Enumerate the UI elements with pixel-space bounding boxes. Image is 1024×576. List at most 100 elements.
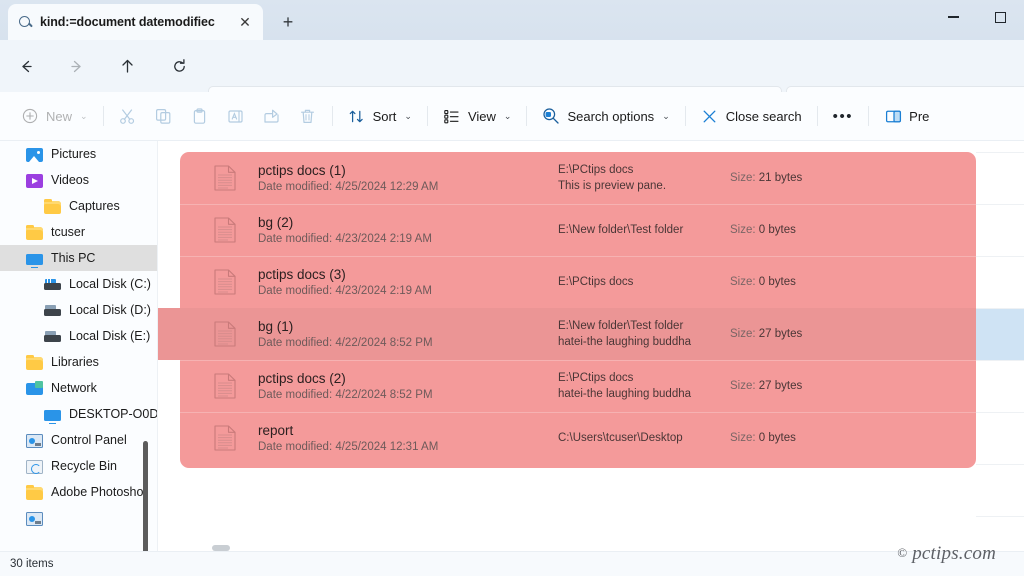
sidebar-item-recycle-bin[interactable]: Recycle Bin xyxy=(0,453,158,479)
file-path: E:\New folder\Test folder xyxy=(558,222,706,238)
file-size-label: Size: xyxy=(730,380,756,392)
table-row[interactable]: bg (2)Date modified: 4/23/2024 2:19 AME:… xyxy=(180,204,976,256)
more-options-button[interactable]: ••• xyxy=(824,100,863,132)
sort-button[interactable]: Sort ⌄ xyxy=(339,100,421,132)
chevron-down-icon: ⌄ xyxy=(80,111,88,122)
sidebar-item-label: Network xyxy=(51,381,97,395)
file-size-value: 0 bytes xyxy=(759,276,796,288)
file-size-value: 21 bytes xyxy=(759,172,802,184)
file-size-cell: Size: 0 bytes xyxy=(730,224,796,236)
status-bar: 30 items xyxy=(0,551,1024,576)
file-name: pctips docs (2) xyxy=(258,370,558,387)
copyright-symbol: © xyxy=(897,545,907,560)
view-icon xyxy=(443,107,461,125)
paste-button xyxy=(182,100,218,132)
new-button-label: New xyxy=(46,109,72,124)
table-row[interactable]: pctips docs (1)Date modified: 4/25/2024 … xyxy=(180,152,976,204)
share-icon xyxy=(263,107,281,125)
sidebar-item-desktop-o0d[interactable]: DESKTOP-O0D xyxy=(0,401,158,427)
file-explorer-window: kind:=document datemodifiec ✕ + xyxy=(0,0,1024,576)
sidebar-item-blank[interactable] xyxy=(0,505,158,531)
chevron-down-icon: ⌄ xyxy=(504,111,512,122)
rename-button xyxy=(218,100,254,132)
view-button[interactable]: View ⌄ xyxy=(434,100,521,132)
sidebar-item-network[interactable]: Network xyxy=(0,375,158,401)
forward-button xyxy=(60,50,92,82)
minimize-icon xyxy=(948,16,959,18)
close-tab-icon[interactable]: ✕ xyxy=(233,10,257,34)
sidebar-item-label: DESKTOP-O0D xyxy=(69,407,158,421)
table-row[interactable]: pctips docs (2)Date modified: 4/22/2024 … xyxy=(180,360,976,412)
copy-icon xyxy=(155,107,173,125)
browser-tab[interactable]: kind:=document datemodifiec ✕ xyxy=(8,4,263,40)
preview-pane-button[interactable]: Pre xyxy=(875,100,938,132)
sidebar-item-adobe-photosho[interactable]: Adobe Photosho xyxy=(0,479,158,505)
watermark-text: pctips.com xyxy=(912,543,996,564)
file-list[interactable]: pctips docs (1)Date modified: 4/25/2024 … xyxy=(158,141,1024,551)
file-size-cell: Size: 27 bytes xyxy=(730,380,802,392)
back-button[interactable] xyxy=(10,50,42,82)
sidebar-item-libraries[interactable]: Libraries xyxy=(0,349,158,375)
file-size-value: 27 bytes xyxy=(759,380,802,392)
folder-icon xyxy=(26,357,43,370)
window-controls xyxy=(930,0,1024,40)
network-icon xyxy=(26,383,43,395)
sidebar-item-label: Recycle Bin xyxy=(51,459,117,473)
videos-icon xyxy=(26,174,43,188)
sidebar-item-label: tcuser xyxy=(51,225,85,239)
table-row[interactable]: pctips docs (3)Date modified: 4/23/2024 … xyxy=(180,256,976,308)
toolbar-divider xyxy=(817,106,818,126)
sidebar-item-local-disk-d[interactable]: Local Disk (D:) xyxy=(0,297,158,323)
folder-icon xyxy=(44,201,61,214)
refresh-button[interactable] xyxy=(163,50,195,82)
file-name-cell: pctips docs (1)Date modified: 4/25/2024 … xyxy=(258,162,558,195)
maximize-button[interactable] xyxy=(977,0,1024,34)
sidebar-item-local-disk-e[interactable]: Local Disk (E:) xyxy=(0,323,158,349)
rename-icon xyxy=(227,107,245,125)
table-row[interactable]: reportDate modified: 4/25/2024 12:31 AMC… xyxy=(180,412,976,464)
sidebar-item-tcuser[interactable]: tcuser xyxy=(0,219,158,245)
scissors-icon xyxy=(119,107,137,125)
file-date-modified: Date modified: 4/23/2024 2:19 AM xyxy=(258,283,558,299)
item-count: 30 items xyxy=(10,558,53,570)
search-options-button[interactable]: Search options ⌄ xyxy=(533,100,678,132)
file-path-cell: E:\New folder\Test folder xyxy=(558,222,706,238)
search-icon xyxy=(18,15,33,30)
grid-line xyxy=(976,152,1024,153)
delete-button xyxy=(290,100,326,132)
document-icon xyxy=(214,269,236,295)
sidebar-item-this-pc[interactable]: This PC xyxy=(0,245,158,271)
sidebar-item-captures[interactable]: Captures xyxy=(0,193,158,219)
chevron-down-icon: ⌄ xyxy=(404,111,412,122)
new-tab-button[interactable]: + xyxy=(275,10,301,34)
ellipsis-icon: ••• xyxy=(833,108,854,125)
document-icon xyxy=(214,373,236,399)
file-path-cell: C:\Users\tcuser\Desktop xyxy=(558,430,706,446)
close-search-button[interactable]: Close search xyxy=(692,100,811,132)
sidebar-item-control-panel[interactable]: Control Panel xyxy=(0,427,158,453)
sidebar-item-videos[interactable]: Videos xyxy=(0,167,158,193)
disk-c-icon xyxy=(44,283,61,290)
file-content-snippet: hatei-the laughing buddha xyxy=(558,334,706,350)
preview-pane-icon xyxy=(884,107,902,125)
address-bar-row: › Search Results in This PC kind:=docume… xyxy=(0,40,1024,92)
sidebar-item-label: Videos xyxy=(51,173,89,187)
file-path-cell: E:\PCtips docs xyxy=(558,274,706,290)
table-row[interactable]: bg (1)Date modified: 4/22/2024 8:52 PME:… xyxy=(158,308,1024,360)
folder-icon xyxy=(26,487,43,500)
up-button[interactable] xyxy=(111,50,143,82)
sidebar-item-local-disk-c[interactable]: Local Disk (C:) xyxy=(0,271,158,297)
file-date-modified: Date modified: 4/22/2024 8:52 PM xyxy=(258,335,558,351)
sidebar-item-label: Pictures xyxy=(51,147,96,161)
minimize-button[interactable] xyxy=(930,0,977,34)
grid-line xyxy=(976,308,1024,309)
file-name: bg (1) xyxy=(258,318,558,335)
sidebar-scrollbar[interactable] xyxy=(143,441,148,551)
sidebar-item-label: Local Disk (E:) xyxy=(69,329,150,343)
toolbar-divider xyxy=(526,106,527,126)
file-size-label: Size: xyxy=(730,328,756,340)
navigation-pane[interactable]: PicturesVideosCapturestcuserThis PCLocal… xyxy=(0,141,158,551)
sidebar-item-pictures[interactable]: Pictures xyxy=(0,141,158,167)
control-panel-icon xyxy=(26,512,43,526)
file-content-snippet: hatei-the laughing buddha xyxy=(558,386,706,402)
